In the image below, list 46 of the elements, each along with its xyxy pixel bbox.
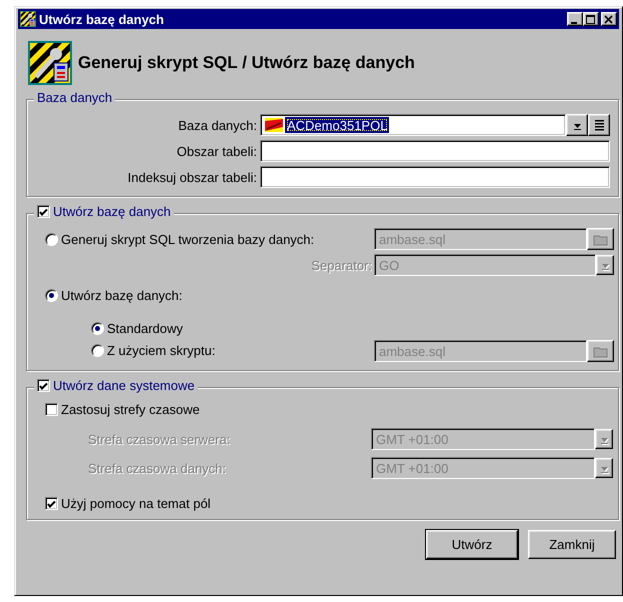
dropdown-button[interactable] <box>595 458 613 478</box>
tools-icon <box>28 41 72 85</box>
checkbox[interactable] <box>45 403 58 416</box>
field-value: ambase.sql <box>379 232 446 246</box>
checkbox-label[interactable]: Użyj pomocy na temat pól <box>61 496 211 511</box>
field-value: ACDemo351POL <box>285 117 390 133</box>
field-label: Separator: <box>311 258 372 272</box>
radio-button[interactable] <box>45 289 58 302</box>
minimize-button[interactable] <box>567 12 583 26</box>
field-label: Indeksuj obszar tabeli: <box>128 170 257 184</box>
text-field[interactable] <box>260 166 610 188</box>
dialog-button[interactable]: Utwórz <box>426 530 518 559</box>
browse-button[interactable] <box>587 340 614 362</box>
dropdown-button[interactable] <box>566 114 588 136</box>
database-icon <box>265 117 283 133</box>
maximize-icon <box>586 14 596 24</box>
dropdown-field[interactable]: ACDemo351POL <box>260 114 566 136</box>
field-label: Obszar tabeli: <box>176 144 257 158</box>
field-label: Strefa czasowa serwera: <box>87 432 232 446</box>
radio-label[interactable]: Standardowy <box>107 321 183 336</box>
text-field[interactable] <box>260 140 610 162</box>
field-value: GMT +01:00 <box>376 432 448 446</box>
dialog-heading: Generuj skrypt SQL / Utwórz bazę danych <box>78 53 415 73</box>
group-title: Baza danych <box>37 90 112 105</box>
list-icon <box>592 118 606 132</box>
checkbox[interactable] <box>45 497 58 510</box>
dropdown-button[interactable] <box>595 429 613 449</box>
dropdown-button[interactable] <box>596 255 614 275</box>
radio-label[interactable]: Utwórz bazę danych: <box>61 288 182 303</box>
maximize-button[interactable] <box>583 12 599 26</box>
close-button[interactable] <box>601 12 617 26</box>
list-button[interactable] <box>588 114 610 136</box>
checkbox-label[interactable]: Zastosuj strefy czasowe <box>61 402 200 417</box>
radio-button[interactable] <box>91 322 104 335</box>
field-value: GO <box>379 258 400 272</box>
field-value: ambase.sql <box>379 344 446 358</box>
checkbox[interactable] <box>37 205 50 218</box>
dialog-button[interactable]: Zamknij <box>528 530 616 559</box>
minimize-icon <box>571 22 577 24</box>
checkbox[interactable] <box>37 379 50 392</box>
field-label: Strefa czasowa danych: <box>87 460 228 476</box>
close-icon <box>604 14 614 24</box>
field-label: Baza danych: <box>178 118 257 132</box>
field-value: GMT +01:00 <box>376 460 448 476</box>
window-title: Utwórz bazę danych <box>39 12 165 26</box>
browse-button[interactable] <box>587 228 614 250</box>
